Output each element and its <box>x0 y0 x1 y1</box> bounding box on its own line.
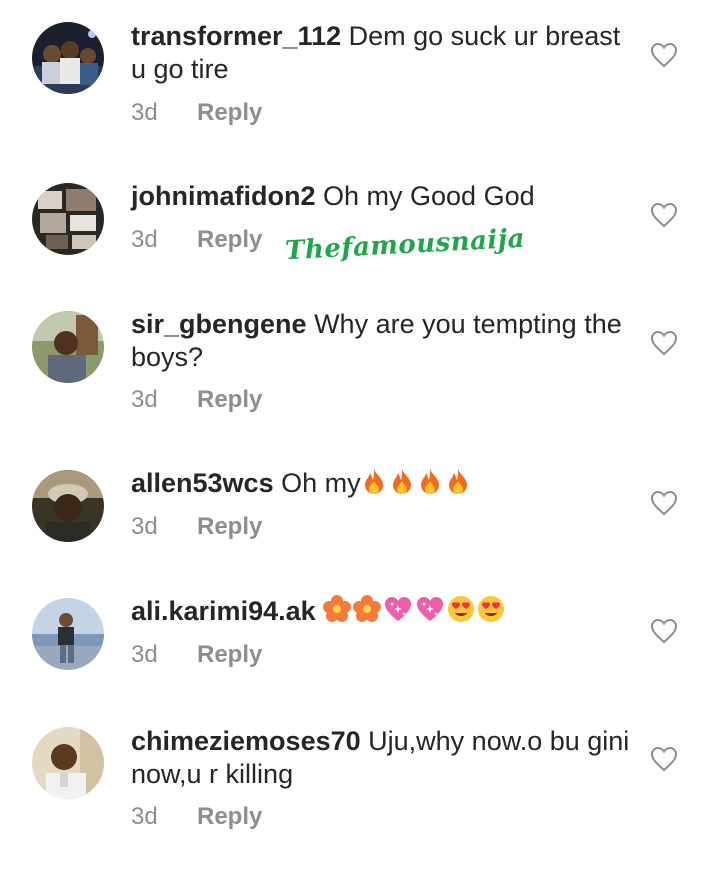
comment-username[interactable]: allen53wcs <box>131 468 274 498</box>
heart-icon[interactable] <box>650 490 678 516</box>
fire-emoji <box>389 467 415 503</box>
emoji-group <box>323 595 507 626</box>
fire-emoji <box>445 467 471 503</box>
comment-text: chimeziemoses70 Uju,why now.o bu gini no… <box>131 725 631 791</box>
comment-time: 3d <box>131 513 158 540</box>
comment-username[interactable]: ali.karimi94.ak <box>131 596 316 626</box>
comment-body: Oh my <box>281 468 361 498</box>
comment-meta: 3d Reply <box>131 802 262 832</box>
heart-icon[interactable] <box>650 330 678 356</box>
comment-username[interactable]: johnimafidon2 <box>131 181 316 211</box>
sparkling-heart-emoji <box>383 595 413 631</box>
avatar[interactable] <box>32 598 104 670</box>
heart-eyes-emoji <box>477 595 505 631</box>
avatar[interactable] <box>32 470 104 542</box>
comment-text: sir_gbengene Why are you tempting the bo… <box>131 308 631 374</box>
comment-meta: 3d Reply <box>131 98 262 128</box>
comment-text: ali.karimi94.ak <box>131 595 631 631</box>
comment-meta: 3d Reply <box>131 385 262 415</box>
reply-button[interactable]: Reply <box>197 803 262 830</box>
avatar[interactable] <box>32 22 104 94</box>
reply-button[interactable]: Reply <box>197 386 262 413</box>
comment-time: 3d <box>131 803 158 830</box>
comment-time: 3d <box>131 386 158 413</box>
emoji-group <box>361 468 473 498</box>
comment-text: allen53wcs Oh my <box>131 467 631 503</box>
reply-button[interactable]: Reply <box>197 513 262 540</box>
fire-emoji <box>361 467 387 503</box>
comment-time: 3d <box>131 99 158 126</box>
comment-text: johnimafidon2 Oh my Good God <box>131 180 631 213</box>
heart-eyes-emoji <box>447 595 475 631</box>
reply-button[interactable]: Reply <box>197 99 262 126</box>
sparkling-heart-emoji <box>415 595 445 631</box>
heart-icon[interactable] <box>650 746 678 772</box>
reply-button[interactable]: Reply <box>197 226 262 253</box>
comment-username[interactable]: transformer_112 <box>131 21 341 51</box>
comment-time: 3d <box>131 641 158 668</box>
flower-emoji <box>323 595 352 631</box>
comment-username[interactable]: chimeziemoses70 <box>131 726 361 756</box>
avatar[interactable] <box>32 727 104 799</box>
comment-meta: 3d Reply <box>131 512 262 542</box>
comment-body: Oh my Good God <box>323 181 535 211</box>
reply-button[interactable]: Reply <box>197 641 262 668</box>
heart-icon[interactable] <box>650 618 678 644</box>
flower-emoji <box>353 595 382 631</box>
comment-time: 3d <box>131 226 158 253</box>
heart-icon[interactable] <box>650 202 678 228</box>
avatar[interactable] <box>32 311 104 383</box>
fire-emoji <box>417 467 443 503</box>
comment-meta: 3d Reply <box>131 640 262 670</box>
comment-text: transformer_112 Dem go suck ur breast u … <box>131 20 631 86</box>
watermark: Thefamousnaija <box>284 223 526 267</box>
comment-meta: 3d Reply <box>131 225 262 255</box>
comment-username[interactable]: sir_gbengene <box>131 309 307 339</box>
heart-icon[interactable] <box>650 42 678 68</box>
avatar[interactable] <box>32 183 104 255</box>
